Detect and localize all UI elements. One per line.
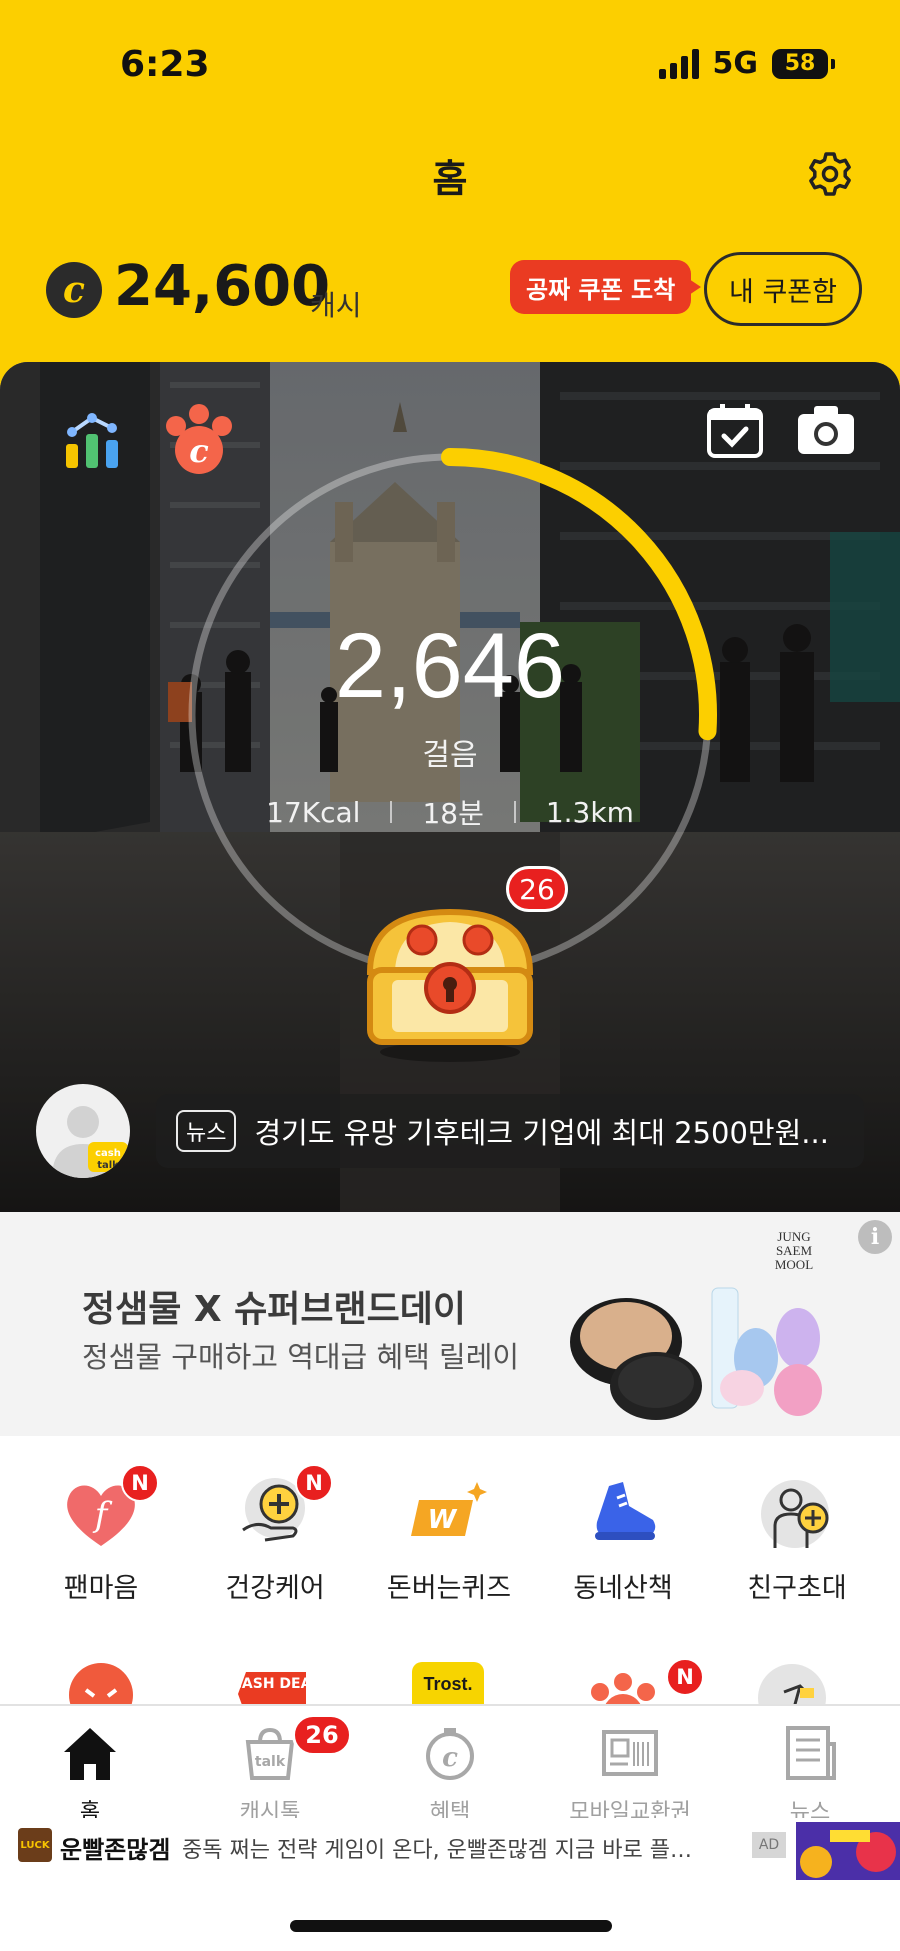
invite-friend-icon bbox=[757, 1474, 837, 1554]
ad-title: 정샘물 X 슈퍼브랜드데이 bbox=[82, 1289, 467, 1330]
talk-bag-icon: talk 26 bbox=[240, 1714, 352, 1782]
ticker-title: 운빨존많겜 bbox=[60, 1836, 171, 1864]
page-title: 홈 bbox=[432, 157, 468, 201]
shortcut-money-quiz[interactable]: W 돈버는퀴즈 bbox=[364, 1474, 534, 1605]
cat-face-icon[interactable] bbox=[66, 1660, 136, 1706]
distance-value: 1.3km bbox=[545, 795, 634, 829]
ad-brand-logo: JUNG SAEM MOOL bbox=[774, 1229, 814, 1272]
ad-thumbnail bbox=[796, 1822, 900, 1880]
cash-deal-icon[interactable]: CASH DEAL bbox=[236, 1666, 312, 1706]
step-hero-card: c 2,646 걸음 17Kcal 18분 1.3km 26 cash talk… bbox=[0, 362, 900, 1212]
svg-text:talk: talk bbox=[255, 1754, 286, 1770]
nav-cash-talk[interactable]: talk 26 캐시톡 bbox=[180, 1714, 360, 1826]
news-icon bbox=[780, 1724, 840, 1782]
free-coupon-tag[interactable]: 공짜 쿠폰 도착 bbox=[510, 260, 702, 314]
runner-icon[interactable] bbox=[756, 1662, 828, 1706]
shortcut-label: 친구초대 bbox=[747, 1573, 847, 1604]
money-quiz-icon: W bbox=[409, 1474, 489, 1554]
shortcut-neighborhood-walk[interactable]: 동네산책 bbox=[538, 1474, 708, 1605]
trost-icon[interactable]: Trost. bbox=[412, 1662, 484, 1706]
svg-text:c: c bbox=[189, 432, 208, 470]
step-count: 2,646 bbox=[334, 615, 566, 717]
health-care-icon: N bbox=[235, 1464, 333, 1554]
talk-count-badge: 26 bbox=[292, 1714, 352, 1756]
treasure-chest-icon[interactable] bbox=[350, 902, 550, 1062]
news-ticker[interactable]: 뉴스 경기도 유망 기후테크 기업에 최대 2500만원... bbox=[156, 1094, 864, 1168]
step-count-label: 걸음 bbox=[422, 738, 478, 773]
calendar-check-icon[interactable] bbox=[706, 402, 764, 460]
network-type: 5G bbox=[712, 46, 759, 81]
ad-banner[interactable]: 정샘물 X 슈퍼브랜드데이 정샘물 구매하고 역대급 혜택 릴레이 JUNG S… bbox=[0, 1212, 900, 1436]
cash-deal-text: CASH DEAL bbox=[236, 1676, 312, 1692]
benefit-coin-icon: c bbox=[420, 1724, 480, 1782]
nav-mobile-voucher[interactable]: 모바일교환권 bbox=[540, 1724, 720, 1826]
ticker-text: 중독 쩌는 전략 게임이 온다, 운빨존많겜 지금 바로 플… bbox=[182, 1838, 692, 1863]
news-tag: 뉴스 bbox=[176, 1110, 237, 1152]
status-indicators: 5G 58 bbox=[658, 46, 835, 81]
profile-placeholder-icon: cash talk bbox=[52, 1106, 128, 1178]
status-time: 6:23 bbox=[120, 44, 210, 85]
new-badge: N bbox=[121, 1464, 159, 1502]
ad-info-icon[interactable]: i bbox=[858, 1220, 892, 1254]
bottom-ad-ticker[interactable]: LUCK 운빨존많겜 중독 쩌는 전략 게임이 온다, 운빨존많겜 지금 바로 … bbox=[0, 1818, 900, 1880]
ad-label: AD bbox=[752, 1832, 786, 1858]
calories-value: 17Kcal bbox=[266, 795, 361, 829]
home-icon bbox=[60, 1724, 120, 1782]
svg-text:cash: cash bbox=[95, 1148, 121, 1159]
new-badge: N bbox=[666, 1658, 704, 1696]
cash-coin-icon: c bbox=[46, 262, 102, 318]
news-headline: 경기도 유망 기후테크 기업에 최대 2500만원... bbox=[254, 1116, 829, 1150]
shortcut-health-care[interactable]: N 건강케어 bbox=[190, 1464, 360, 1605]
avatar[interactable]: cash talk bbox=[36, 1084, 130, 1178]
svg-text:c: c bbox=[442, 1743, 458, 1773]
fan-heart-icon: f N bbox=[61, 1464, 159, 1554]
ad-subtitle: 정샘물 구매하고 역대급 혜택 릴레이 bbox=[82, 1340, 520, 1374]
cosmetics-product-image bbox=[570, 1287, 822, 1420]
top-header: 6:23 5G 58 홈 c 24,600 캐시 공짜 쿠폰 도착 내 쿠폰함 bbox=[0, 0, 900, 400]
shortcut-invite-friend[interactable]: 친구초대 bbox=[712, 1474, 882, 1605]
activity-metrics: 17Kcal 18분 1.3km bbox=[0, 792, 900, 832]
cash-amount[interactable]: 24,600 bbox=[114, 254, 330, 319]
metric-divider bbox=[513, 801, 516, 823]
voucher-icon bbox=[600, 1724, 660, 1782]
paw-coin-icon[interactable]: c bbox=[162, 404, 236, 476]
paw-icon[interactable] bbox=[586, 1670, 660, 1706]
game-logo: LUCK bbox=[18, 1828, 52, 1862]
chest-count-badge: 26 bbox=[506, 866, 568, 912]
shortcut-label: 동네산책 bbox=[573, 1573, 673, 1604]
minutes-value: 18분 bbox=[422, 797, 484, 830]
shortcut-row-2: CASH DEAL Trost. N bbox=[0, 1650, 900, 1706]
shortcut-fan-heart[interactable]: f N 팬마음 bbox=[16, 1464, 186, 1605]
battery-icon: 58 bbox=[772, 48, 835, 79]
svg-text:W: W bbox=[428, 1505, 458, 1535]
sneaker-icon bbox=[583, 1474, 663, 1554]
shortcut-label: 팬마음 bbox=[63, 1573, 139, 1604]
stats-chart-icon[interactable] bbox=[62, 410, 124, 472]
my-coupon-button[interactable]: 내 쿠폰함 bbox=[704, 252, 862, 326]
nav-home[interactable]: 홈 bbox=[0, 1724, 180, 1826]
nav-news[interactable]: 뉴스 bbox=[720, 1724, 900, 1826]
bottom-nav: 홈 talk 26 캐시톡 c 혜택 모바일교환권 뉴스 bbox=[0, 1704, 900, 1826]
nav-benefit[interactable]: c 혜택 bbox=[360, 1724, 540, 1826]
cash-unit: 캐시 bbox=[310, 289, 362, 322]
step-progress-arc bbox=[441, 448, 717, 741]
gear-icon[interactable] bbox=[806, 150, 854, 198]
signal-icon bbox=[658, 48, 699, 79]
home-indicator bbox=[290, 1920, 612, 1932]
shortcut-label: 돈버는퀴즈 bbox=[386, 1573, 512, 1604]
camera-icon[interactable] bbox=[796, 404, 856, 456]
new-badge: N bbox=[295, 1464, 333, 1502]
shortcut-label: 건강케어 bbox=[225, 1573, 325, 1604]
metric-divider bbox=[390, 801, 393, 823]
